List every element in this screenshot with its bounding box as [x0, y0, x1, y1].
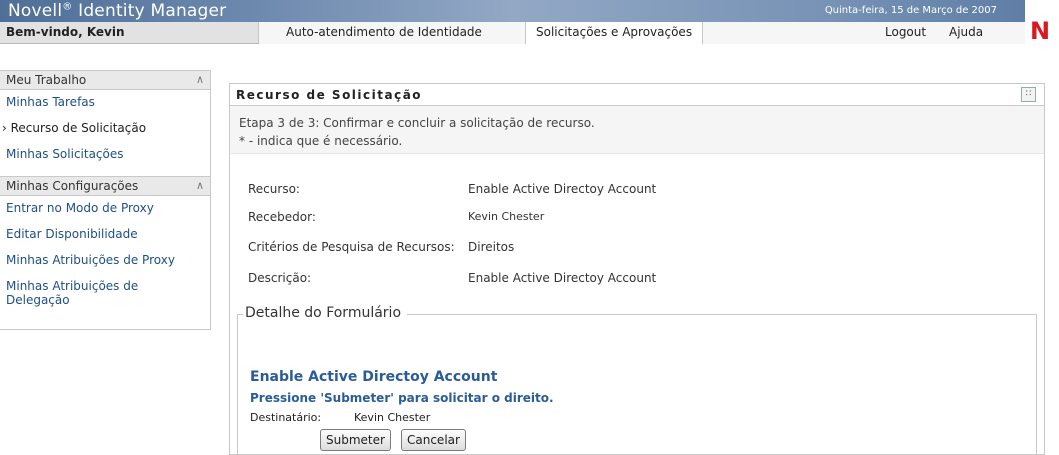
sidebar-section-title: Meu Trabalho — [6, 73, 87, 87]
field-label: Recebedor: — [248, 210, 316, 224]
app-logo: Novell® Identity Manager — [8, 1, 227, 21]
field-label: Critérios de Pesquisa de Recursos: — [248, 240, 455, 254]
field-value: Direitos — [468, 240, 515, 254]
sidebar-item-proxy-assignments[interactable]: Minhas Atribuições de Proxy — [0, 248, 210, 274]
collapse-icon[interactable]: ∧ — [196, 179, 204, 192]
recipient-label: Destinatário: — [250, 411, 322, 424]
logout-link[interactable]: Logout — [885, 25, 926, 39]
novell-logo-icon: N — [1029, 17, 1051, 45]
field-label: Descrição: — [248, 271, 312, 285]
sidebar-section-my-settings: Minhas Configurações ∧ — [0, 176, 210, 196]
form-title: Enable Active Directoy Account — [250, 369, 498, 385]
field-label: Recurso: — [248, 182, 300, 196]
cancel-button[interactable]: Cancelar — [401, 429, 466, 451]
form-detail-fieldset: Detalhe do Formulário Enable Active Dire… — [237, 305, 1037, 454]
sidebar-item-delegation-assignments[interactable]: Minhas Atribuições de Delegação — [0, 274, 150, 314]
current-date: Quinta-feira, 15 de Março de 2007 — [824, 5, 997, 16]
nav-row: Bem-vindo, Kevin Auto-atendimento de Ide… — [0, 22, 1025, 44]
panel-title: Recurso de Solicitação — [236, 88, 423, 102]
bullet-icon: › — [2, 121, 11, 135]
collapse-icon[interactable]: ∧ — [196, 73, 204, 86]
request-resource-panel: Recurso de Solicitação ∷ Etapa 3 de 3: C… — [229, 83, 1045, 455]
sidebar: Meu Trabalho ∧ Minhas Tarefas › Recurso … — [0, 70, 211, 330]
recipient-value: Kevin Chester — [354, 411, 431, 424]
tab-identity-self-service[interactable]: Auto-atendimento de Identidade — [286, 25, 482, 39]
required-note: * - indica que é necessário. — [239, 134, 403, 148]
step-info: Etapa 3 de 3: Confirmar e concluir a sol… — [230, 106, 1044, 154]
welcome-text: Bem-vindo, Kevin — [6, 25, 125, 39]
tab-requests-approvals[interactable]: Solicitações e Aprovações — [525, 22, 704, 44]
panel-header: Recurso de Solicitação ∷ — [230, 84, 1044, 106]
field-value: Enable Active Directoy Account — [468, 182, 657, 196]
app-header: Novell® Identity Manager Quinta-feira, 1… — [0, 0, 1059, 44]
sidebar-item-my-requests[interactable]: Minhas Solicitações — [0, 142, 210, 176]
form-detail-legend: Detalhe do Formulário — [243, 305, 408, 321]
sidebar-section-my-work: Meu Trabalho ∧ — [0, 70, 210, 90]
brand-bar: Novell® Identity Manager Quinta-feira, 1… — [0, 0, 1025, 22]
sidebar-item-edit-availability[interactable]: Editar Disponibilidade — [0, 222, 210, 248]
submit-button[interactable]: Submeter — [320, 429, 391, 451]
form-instruction: Pressione 'Submeter' para solicitar o di… — [250, 391, 554, 405]
sidebar-item-label: Recurso de Solicitação — [10, 121, 147, 135]
sidebar-item-proxy-mode[interactable]: Entrar no Modo de Proxy — [0, 196, 210, 222]
sidebar-section-title: Minhas Configurações — [6, 179, 139, 193]
step-text: Etapa 3 de 3: Confirmar e concluir a sol… — [239, 116, 595, 130]
tab-bar: Auto-atendimento de Identidade Solicitaç… — [258, 22, 1025, 44]
field-value: Enable Active Directoy Account — [468, 271, 657, 285]
sidebar-item-my-tasks[interactable]: Minhas Tarefas — [0, 90, 210, 116]
panel-menu-icon[interactable]: ∷ — [1021, 87, 1036, 102]
field-value: Kevin Chester — [468, 210, 545, 223]
help-link[interactable]: Ajuda — [949, 25, 983, 39]
sidebar-item-request-resource[interactable]: › Recurso de Solicitação — [0, 116, 210, 142]
